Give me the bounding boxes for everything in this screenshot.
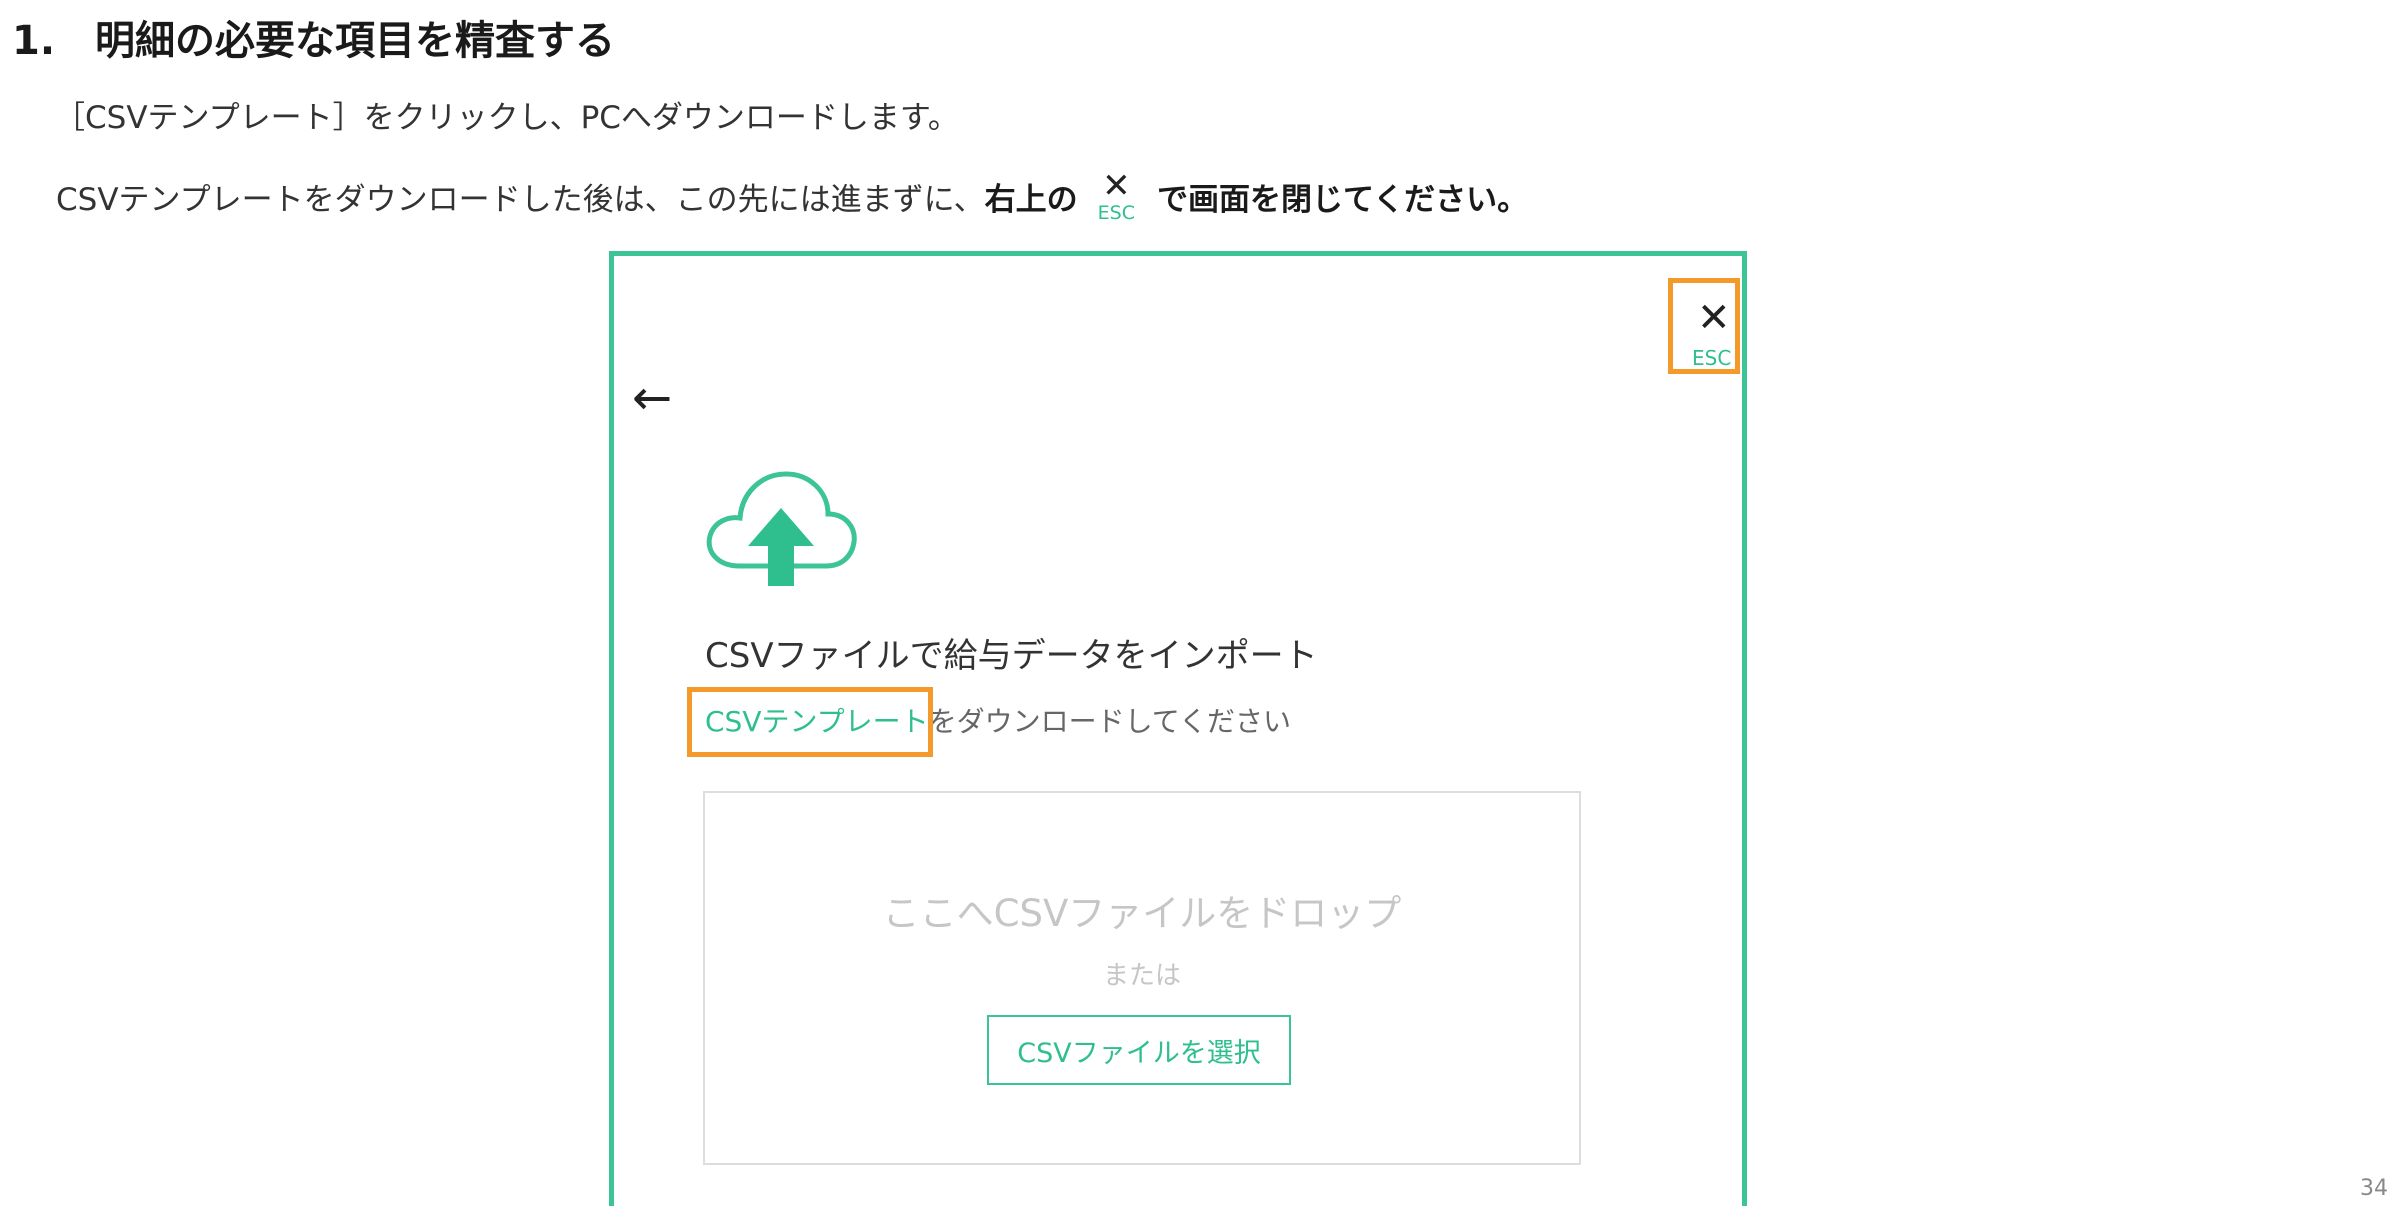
section-heading: 1. 明細の必要な項目を精査する	[12, 8, 615, 66]
page-number: 34	[2360, 1176, 2388, 1201]
instruction-line-2-bold-1: 右上の	[984, 181, 1078, 218]
esc-label: ESC	[1692, 346, 1732, 370]
instruction-line-2: CSVテンプレートをダウンロードした後は、この先には進まずに、 右上の ✕ ES…	[56, 166, 1529, 224]
inline-esc-label: ESC	[1097, 202, 1136, 224]
drop-text: ここへCSVファイルをドロップ	[882, 892, 1402, 935]
close-icon[interactable]: ✕	[1697, 298, 1731, 338]
import-title: CSVファイルで給与データをインポート	[705, 636, 1318, 676]
back-arrow-icon[interactable]: ←	[632, 374, 672, 422]
instruction-line-2-prefix: CSVテンプレートをダウンロードした後は、この先には進まずに、	[56, 181, 985, 218]
inline-close-icon: ✕	[1102, 166, 1131, 206]
instruction-line-1: ［CSVテンプレート］をクリックし、PCへダウンロードします。	[54, 100, 959, 136]
cloud-upload-icon	[706, 471, 857, 586]
screenshot-frame: ✕ ESC ← CSVファイルで給与データをインポート CSVテンプレートをダウ…	[609, 251, 1747, 1206]
csv-dropzone[interactable]: ここへCSVファイルをドロップ または CSVファイルを選択	[703, 791, 1581, 1165]
instruction-line-2-bold-2: で画面を閉じてください。	[1157, 181, 1529, 218]
select-csv-button[interactable]: CSVファイルを選択	[987, 1015, 1291, 1085]
heading-number: 1.	[12, 18, 56, 64]
slide-page: 1. 明細の必要な項目を精査する ［CSVテンプレート］をクリックし、PCへダウン…	[0, 0, 2400, 1206]
template-highlight-box	[687, 687, 933, 757]
template-suffix: をダウンロードしてください	[928, 705, 1291, 738]
inline-close-esc-icon: ✕ ESC	[1097, 166, 1136, 224]
heading-title: 明細の必要な項目を精査する	[95, 18, 616, 64]
or-text: または	[1102, 961, 1181, 991]
